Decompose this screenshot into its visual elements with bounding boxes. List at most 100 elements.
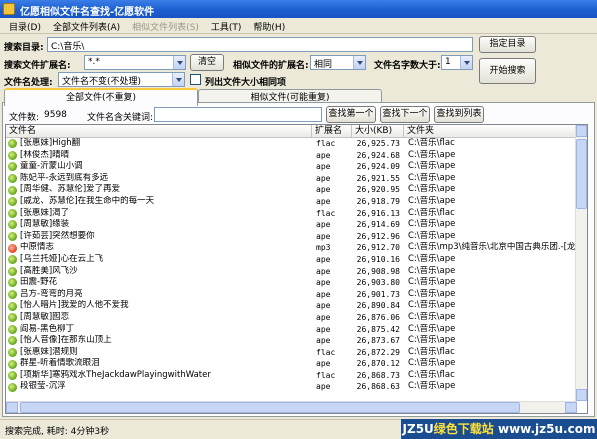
table-row[interactable]: 阎易-黑色柳丁 ape 26,875.42 C:\音乐\ape	[6, 324, 576, 336]
file-name-cell: [项斯华]寒鸦戏水TheJackdawPlayingwithWater	[6, 370, 312, 382]
file-name-text: 吕方-弯弯的月亮	[20, 288, 83, 299]
watermark-middle: 绿色下载站	[433, 422, 494, 436]
column-header-name[interactable]: 文件名	[6, 125, 312, 137]
chevron-down-icon	[353, 56, 365, 69]
menu-help[interactable]: 帮助(H)	[248, 18, 292, 33]
file-name-cell: [戚龙、苏慧伦]在我生命中的每一天	[6, 196, 312, 208]
file-folder-cell: C:\音乐\ape	[408, 300, 456, 311]
audio-file-icon	[8, 220, 17, 230]
menu-similar-files[interactable]: 相似文件列表(S)	[127, 18, 206, 33]
table-row[interactable]: [周慧敏]囮恋 ape 26,876.06 C:\音乐\ape	[6, 312, 576, 324]
tab-all-files[interactable]: 全部文件(不重复)	[4, 88, 198, 106]
table-row[interactable]: 陈妃平-永远到底有多远 ape 26,921.55 C:\音乐\ape	[6, 173, 576, 185]
start-search-button[interactable]: 开始搜索	[479, 58, 536, 84]
table-row[interactable]: [周慧敏]缘装 ape 26,914.69 C:\音乐\ape	[6, 219, 576, 231]
table-row[interactable]: [怡人暗片]我爱的人他不爱我 ape 26,890.84 C:\音乐\ape	[6, 300, 576, 312]
file-folder-cell: C:\音乐\flac	[408, 138, 455, 148]
file-name-text: [项斯华]寒鸦戏水TheJackdawPlayingwithWater	[20, 369, 211, 380]
file-size-cell: 26,916.13	[356, 208, 400, 218]
file-name-text: [高胜美]风飞沙	[20, 265, 78, 276]
file-folder-cell: C:\音乐\ape	[408, 311, 456, 322]
horizontal-scrollbar[interactable]	[6, 401, 577, 413]
keyword-input[interactable]	[154, 107, 322, 122]
file-name-cell: [怡人暗片]我爱的人他不爱我	[6, 300, 312, 312]
table-row[interactable]: 中原情志 mp3 26,912.70 C:\音乐\mp3\纯音乐\北京中国古典乐团.-…	[6, 242, 576, 254]
title-bar[interactable]: 亿愿相似文件名查找-亿愿软件	[0, 0, 597, 18]
file-size-cell: 26,912.96	[356, 231, 400, 241]
file-name-text: [许茹芸]突然想要你	[20, 230, 95, 241]
table-row[interactable]: [高胜美]风飞沙 ape 26,908.98 C:\音乐\ape	[6, 266, 576, 278]
table-row[interactable]: 段银莹-沉浮 ape 26,868.63 C:\音乐\ape	[6, 381, 576, 393]
choose-dir-button[interactable]: 指定目录	[479, 36, 536, 53]
clear-button[interactable]: 清空	[190, 54, 224, 71]
audio-file-icon	[8, 371, 17, 381]
similar-ext-select[interactable]: 相同	[310, 55, 366, 70]
file-ext-cell: flac	[316, 139, 336, 148]
audio-file-icon	[8, 185, 17, 195]
menu-all-files[interactable]: 全部文件列表(A)	[48, 18, 127, 33]
file-ext-cell: flac	[316, 370, 336, 380]
audio-file-icon	[8, 278, 17, 288]
table-row[interactable]: [周华健、苏慧伦]爱了再爱 ape 26,920.95 C:\音乐\ape	[6, 184, 576, 196]
audio-file-icon	[8, 347, 17, 357]
file-name-text: [怡人暗片]我爱的人他不爱我	[20, 300, 129, 311]
chevron-down-icon	[460, 56, 472, 69]
audio-file-icon	[8, 150, 17, 160]
table-row[interactable]: [张惠妹]渴了 flac 26,916.13 C:\音乐\flac	[6, 208, 576, 220]
file-name-text: [张惠妹]渴了	[20, 207, 70, 218]
scroll-up-arrow-icon[interactable]	[576, 125, 587, 137]
scroll-down-arrow-icon[interactable]	[576, 389, 587, 401]
find-first-button[interactable]: 查找第一个	[326, 106, 376, 123]
find-to-list-button[interactable]: 查找到列表	[434, 106, 484, 123]
audio-file-icon	[8, 208, 17, 218]
table-row[interactable]: 童童-沂蒙山小调 ape 26,924.09 C:\音乐\ape	[6, 161, 576, 173]
mp3-file-icon	[8, 243, 17, 253]
menu-tools[interactable]: 工具(T)	[206, 18, 249, 33]
name-process-label: 文件名处理:	[4, 78, 53, 88]
audio-file-icon	[8, 313, 17, 323]
file-ext-cell: mp3	[316, 243, 331, 253]
file-list[interactable]: 文件名 扩展名 大小(KB) 文件夹 [张惠妹]High翻 flac 26,925.…	[5, 124, 588, 414]
table-row[interactable]: [林俊杰]晴晴 ape 26,924.68 C:\音乐\ape	[6, 150, 576, 162]
name-length-label: 文件名字数大于:	[374, 61, 441, 71]
scroll-right-arrow-icon[interactable]	[565, 402, 577, 413]
vertical-scroll-thumb[interactable]	[576, 139, 587, 209]
file-size-cell: 26,868.73	[356, 370, 400, 380]
list-same-size-label: 列出文件大小相同项	[205, 78, 287, 88]
column-header-ext[interactable]: 扩展名	[312, 125, 352, 137]
horizontal-scroll-thumb[interactable]	[20, 402, 520, 413]
find-next-button[interactable]: 查找下一个	[380, 106, 430, 123]
file-name-cell: [许茹芸]突然想要你	[6, 231, 312, 243]
list-same-size-checkbox[interactable]	[190, 74, 201, 85]
table-row[interactable]: [乌兰托娅]心在云上飞 ape 26,910.16 C:\音乐\ape	[6, 254, 576, 266]
scroll-left-arrow-icon[interactable]	[6, 402, 18, 413]
table-row[interactable]: [张惠妹]High翻 flac 26,925.73 C:\音乐\flac	[6, 138, 576, 150]
name-length-select[interactable]: 1	[441, 55, 473, 70]
file-folder-cell: C:\音乐\flac	[408, 369, 455, 380]
file-name-cell: [周华健、苏慧伦]爱了再爱	[6, 184, 312, 196]
search-dir-input[interactable]: C:\音乐\	[47, 37, 473, 52]
table-row[interactable]: [张惠妹]潜规则 flac 26,872.29 C:\音乐\flac	[6, 347, 576, 359]
table-row[interactable]: [怡人音像]在那东山顶上 ape 26,873.67 C:\音乐\ape	[6, 335, 576, 347]
ext-select[interactable]: *.*	[84, 55, 186, 70]
menu-directory[interactable]: 目录(D)	[4, 18, 48, 33]
file-size-cell: 26,925.73	[356, 139, 400, 148]
column-header-folder[interactable]: 文件夹	[404, 125, 576, 137]
table-row[interactable]: [项斯华]寒鸦戏水TheJackdawPlayingwithWater flac 2…	[6, 370, 576, 382]
table-row[interactable]: 吕方-弯弯的月亮 ape 26,901.73 C:\音乐\ape	[6, 289, 576, 301]
menu-bar: 目录(D) 全部文件列表(A) 相似文件列表(S) 工具(T) 帮助(H)	[0, 18, 597, 34]
table-row[interactable]: 田震-野花 ape 26,903.80 C:\音乐\ape	[6, 277, 576, 289]
file-name-cell: 田震-野花	[6, 277, 312, 289]
audio-file-icon	[8, 255, 17, 265]
table-row[interactable]: 群星-听着情歌流眼泪 ape 26,870.12 C:\音乐\ape	[6, 358, 576, 370]
vertical-scrollbar[interactable]	[575, 125, 587, 401]
column-header-size[interactable]: 大小(KB)	[352, 125, 404, 137]
name-process-select[interactable]: 文件名不变(不处理)	[58, 72, 185, 87]
audio-file-icon	[8, 266, 17, 276]
file-folder-cell: C:\音乐\ape	[408, 172, 456, 183]
table-row[interactable]: [戚龙、苏慧伦]在我生命中的每一天 ape 26,918.79 C:\音乐\ape	[6, 196, 576, 208]
file-ext-cell: ape	[316, 359, 331, 369]
watermark-prefix: JZ5U	[402, 422, 434, 436]
window-title: 亿愿相似文件名查找-亿愿软件	[20, 7, 155, 18]
table-row[interactable]: [许茹芸]突然想要你 ape 26,912.96 C:\音乐\ape	[6, 231, 576, 243]
